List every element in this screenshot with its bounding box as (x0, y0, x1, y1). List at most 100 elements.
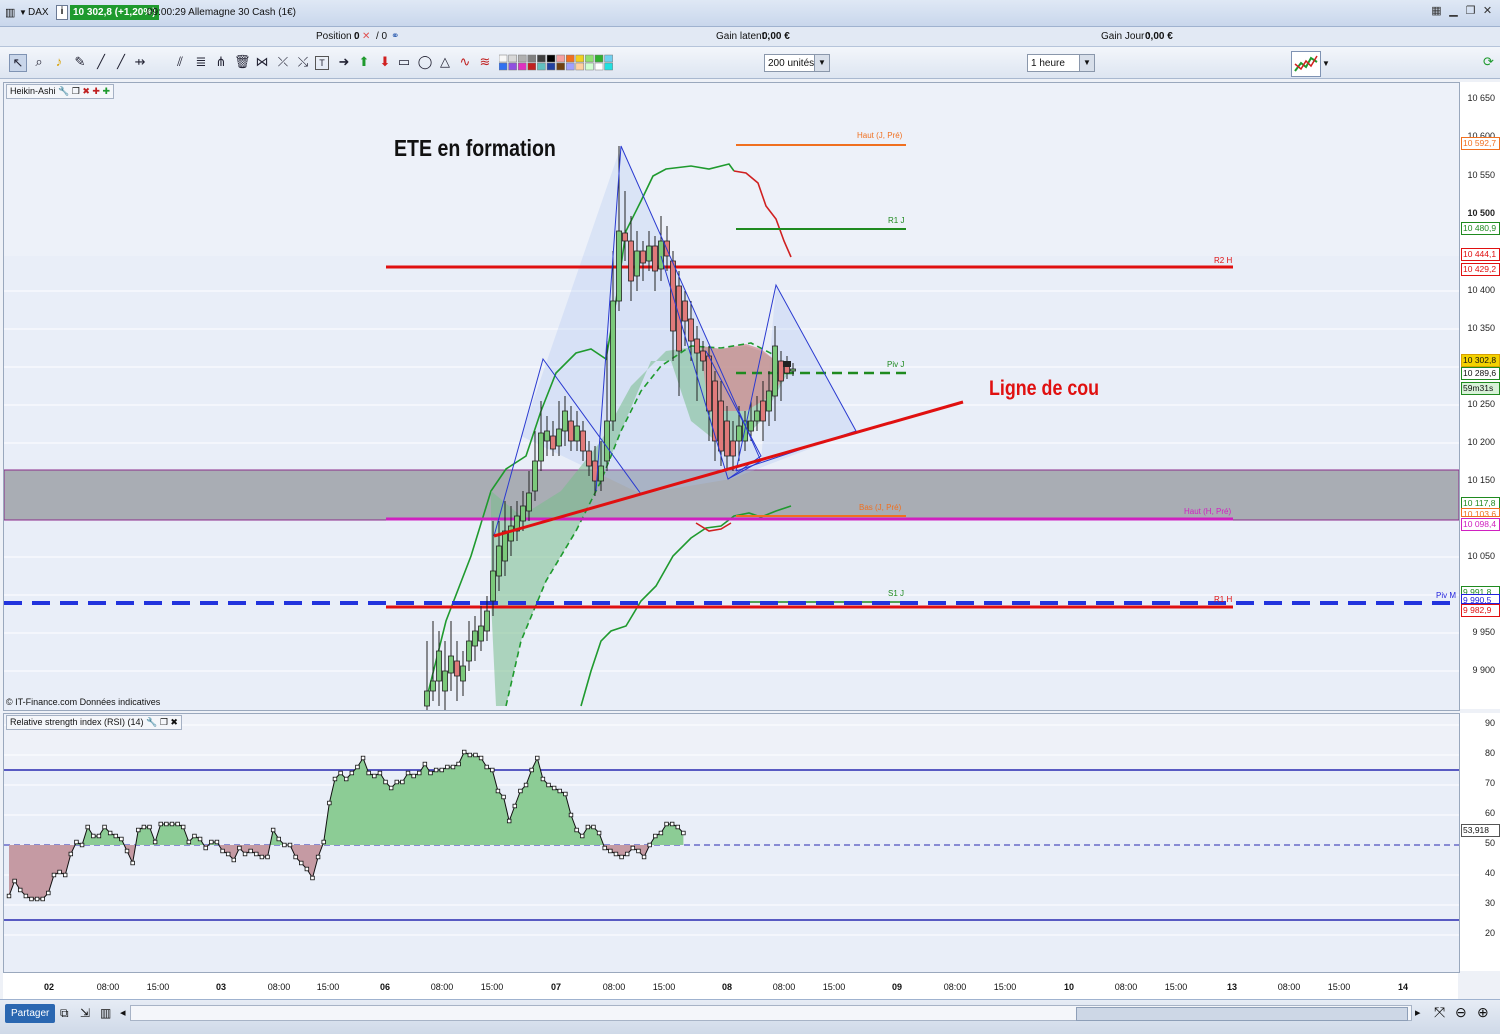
rsi-panel[interactable]: Relative strength index (RSI) (14) 🔧 ❐ ✖ (3, 713, 1460, 973)
price-label-haut-h: 10 098,4 (1461, 518, 1500, 531)
price-axis[interactable]: 10 650 10 600 10 550 10 500 10 400 10 35… (1459, 82, 1500, 709)
fibonacci-icon[interactable]: ≣ (193, 54, 209, 70)
horizontal-scrollbar[interactable] (130, 1005, 1412, 1021)
layout-icon[interactable]: ⧉ (60, 1006, 69, 1021)
rsi-point (107, 830, 113, 836)
arrow-right-icon[interactable]: ➜ (336, 54, 352, 70)
arrow-up-icon[interactable]: ⬆ (356, 54, 372, 70)
rsi-point (428, 770, 433, 776)
trash-icon[interactable]: 🗑 (234, 54, 251, 70)
zoom-icon[interactable]: ⌕ (31, 54, 47, 70)
candle-bullish (460, 665, 466, 682)
grid-icon[interactable]: ▦ (1430, 6, 1443, 17)
arrow-down-icon[interactable]: ⬇ (377, 54, 393, 70)
chevron-down-icon[interactable]: ▼ (1322, 59, 1330, 68)
add-green-icon[interactable]: ✚ (102, 86, 110, 96)
ray-icon[interactable]: ╱ (113, 54, 129, 70)
chevron-down-icon[interactable]: ▼ (814, 55, 829, 71)
chevron-down-icon[interactable]: ▼ (19, 8, 27, 17)
candle-bullish (430, 680, 436, 692)
ruler-icon[interactable]: ✎ (72, 54, 88, 70)
scroll-right-icon[interactable]: ▸ (1415, 1006, 1421, 1019)
close-icon[interactable]: ✕ (1481, 6, 1494, 17)
color-swatch (585, 62, 594, 71)
time-axis[interactable]: 02 08:00 15:00 03 08:00 15:00 06 08:00 15:00 07 08… (3, 972, 1458, 999)
close-icon[interactable]: ✖ (170, 717, 178, 727)
rsi-point (450, 764, 456, 770)
rsi-point (647, 842, 652, 848)
text-tool-icon[interactable]: T (315, 56, 329, 70)
add-icon[interactable]: ✚ (92, 86, 100, 96)
line-icon[interactable]: ╱ (93, 54, 109, 70)
diagonal-icon[interactable]: ⤯ (295, 54, 311, 70)
candle-bullish (766, 390, 772, 412)
scroll-left-icon[interactable]: ◂ (120, 1006, 126, 1019)
chevron-down-icon[interactable]: ▼ (1079, 55, 1094, 71)
rsi-point (653, 833, 658, 839)
period-select[interactable]: 1 heure ▼ (1027, 54, 1095, 72)
rsi-canvas[interactable] (4, 714, 1459, 972)
refresh-icon[interactable]: ⟳ (1483, 54, 1494, 70)
info-icon[interactable]: i (56, 5, 68, 20)
time-tick-label: 08:00 (267, 982, 291, 992)
rsi-tick: 40 (1484, 868, 1495, 878)
rectangle-icon[interactable]: ▭ (396, 54, 412, 70)
settings-icon[interactable]: 🔧 (146, 717, 157, 727)
zoom-in-icon[interactable]: ⊕ (1477, 1004, 1489, 1021)
minimize-icon[interactable]: ▁ (1447, 6, 1460, 17)
triangle-icon[interactable]: △ (437, 54, 453, 70)
close-position-icon[interactable]: ✕ (362, 31, 370, 42)
zoom-out-icon[interactable]: ⊖ (1455, 1004, 1467, 1021)
time-tick-label: 08 (721, 982, 733, 992)
maximize-icon[interactable]: ❐ (72, 86, 80, 96)
rsi-point (411, 773, 416, 779)
candle-bearish (712, 380, 718, 442)
rsi-point (164, 821, 169, 827)
rsi-point (315, 854, 321, 860)
candle-bullish (436, 650, 442, 682)
title-bar: ▥ ▼ DAX i 10 302,8 (+1,20%) 09:00:29 All… (0, 0, 1500, 27)
rsi-point (383, 779, 388, 785)
alert-bell-icon[interactable]: ♪ (51, 54, 67, 70)
rsi-point (181, 824, 186, 830)
cross-line-icon[interactable]: ⤫ (275, 54, 291, 70)
pointer-icon[interactable]: ↖ (9, 54, 27, 72)
settings-icon[interactable]: 🔧 (58, 86, 69, 96)
fit-icon[interactable]: ⤧ (1434, 1004, 1445, 1021)
close-icon[interactable]: ✖ (82, 86, 90, 96)
link-icon[interactable]: ⚭ (391, 31, 399, 42)
magnet-icon[interactable]: ⋈ (254, 54, 270, 70)
panel-header-rsi: Relative strength index (RSI) (14) 🔧 ❐ ✖ (6, 715, 182, 730)
scrollbar-thumb[interactable] (1076, 1007, 1408, 1021)
symbol-label[interactable]: DAX (28, 7, 49, 18)
rsi-point (535, 755, 540, 761)
rsi-axis[interactable]: 90 80 70 60 50 40 30 20 53,918 (1459, 713, 1500, 971)
pitchfork-icon[interactable]: ⋔ (213, 54, 229, 70)
columns-icon[interactable]: ▥ (100, 1006, 111, 1020)
zigzag-icon[interactable]: ≋ (477, 54, 493, 70)
rsi-tick: 80 (1484, 748, 1495, 758)
restore-icon[interactable]: ❐ (1464, 6, 1477, 17)
wave-icon[interactable]: ∿ (457, 54, 473, 70)
rsi-point (433, 767, 439, 773)
price-chart-panel[interactable]: Heikin-Ashi 🔧 ❐ ✖ ✚ ✚ ETE en formation L… (3, 82, 1460, 711)
palette-swatches[interactable] (498, 53, 617, 73)
ellipse-icon[interactable]: ◯ (417, 54, 433, 70)
price-chart-canvas[interactable] (4, 83, 1459, 710)
share-button[interactable]: Partager (5, 1004, 56, 1023)
time-tick-label: 13 (1226, 982, 1238, 992)
level-label-r1-h: R1 H (1214, 595, 1233, 604)
channel-icon[interactable]: ⫽ (172, 54, 188, 70)
chart-menu-icon[interactable]: ▥ (5, 6, 15, 19)
price-label-piv-m: 9 990,5 (1461, 594, 1500, 604)
chart-type-button[interactable] (1291, 51, 1321, 77)
rsi-point (79, 842, 85, 848)
candle-bullish (634, 250, 640, 277)
units-select[interactable]: 200 unités ▼ (764, 54, 830, 72)
maximize-icon[interactable]: ❐ (160, 717, 168, 727)
color-palette[interactable] (498, 53, 617, 73)
rsi-point (293, 854, 298, 860)
rsi-point (203, 845, 208, 851)
ruler-icon[interactable]: ⇲ (80, 1006, 90, 1020)
horizontal-line-icon[interactable]: ⇸ (132, 54, 148, 70)
